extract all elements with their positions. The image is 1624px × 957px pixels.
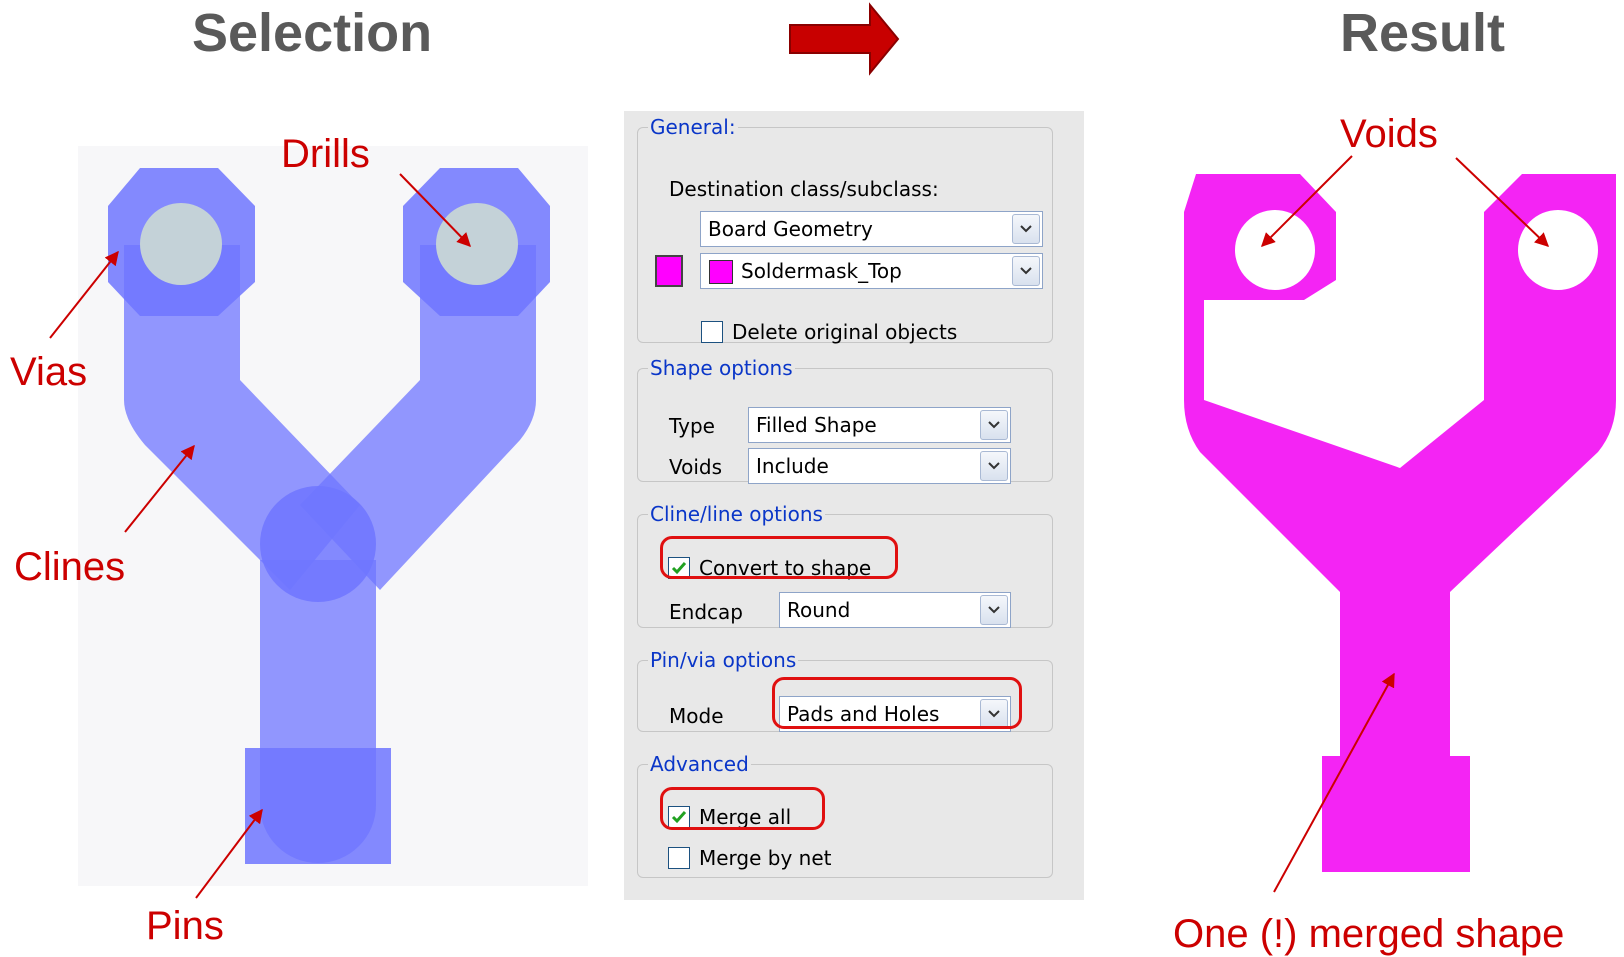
vias-label: Vias (10, 350, 88, 394)
result-voids (1235, 210, 1598, 290)
big-red-arrow-icon (789, 2, 900, 76)
type-value: Filled Shape (756, 413, 877, 437)
merge-by-net-label: Merge by net (699, 846, 832, 870)
advanced-title: Advanced (650, 752, 749, 776)
chevron-down-icon[interactable] (980, 451, 1008, 481)
shape-options-title: Shape options (650, 356, 793, 380)
clines-label: Clines (14, 545, 126, 589)
joint-circle (260, 486, 376, 602)
pinvia-options-title: Pin/via options (650, 648, 797, 672)
endcap-label: Endcap (669, 600, 743, 624)
merged-shape-label: One (!) merged shape (1173, 912, 1565, 956)
subclass-combo[interactable]: Soldermask_Top (700, 253, 1043, 289)
chevron-down-icon[interactable] (1012, 214, 1040, 244)
drill-left (140, 203, 222, 285)
chevron-down-icon[interactable] (980, 595, 1008, 625)
class-value: Board Geometry (708, 217, 873, 241)
drill-right (436, 203, 518, 285)
delete-original-label: Delete original objects (732, 320, 958, 344)
pins-label: Pins (146, 904, 224, 948)
endcap-combo[interactable]: Round (779, 592, 1011, 628)
general-group: General: Destination class/subclass: Boa… (637, 115, 1053, 344)
merge-by-net-checkbox[interactable] (668, 847, 690, 869)
class-combo[interactable]: Board Geometry (700, 211, 1043, 247)
chevron-down-icon[interactable] (1012, 256, 1040, 286)
color-swatch-button[interactable] (655, 255, 683, 287)
voids-option-label: Voids (669, 455, 723, 479)
type-combo[interactable]: Filled Shape (748, 407, 1011, 443)
shape-options-group: Shape options Type Filled Shape Voids In… (637, 356, 1053, 484)
mode-highlight (772, 677, 1022, 729)
shape-conversion-dialog: General: Destination class/subclass: Boa… (624, 111, 1084, 900)
cline-options-title: Cline/line options (650, 502, 823, 526)
convert-highlight (660, 536, 898, 579)
type-label: Type (669, 414, 715, 438)
void-left (1235, 210, 1315, 290)
chevron-down-icon[interactable] (980, 410, 1008, 440)
merge-all-highlight (660, 787, 825, 830)
delete-original-checkbox[interactable] (701, 321, 723, 343)
mode-label: Mode (669, 704, 724, 728)
general-group-title: General: (650, 115, 736, 139)
subclass-color-icon (709, 260, 733, 284)
void-right (1518, 210, 1598, 290)
drills-label: Drills (281, 132, 370, 176)
subclass-value: Soldermask_Top (741, 259, 902, 283)
destination-label: Destination class/subclass: (669, 177, 939, 201)
voids-combo[interactable]: Include (748, 448, 1011, 484)
voids-value: Include (756, 454, 829, 478)
voids-label: Voids (1340, 112, 1438, 156)
stem-cline (260, 560, 376, 863)
endcap-value: Round (787, 598, 851, 622)
